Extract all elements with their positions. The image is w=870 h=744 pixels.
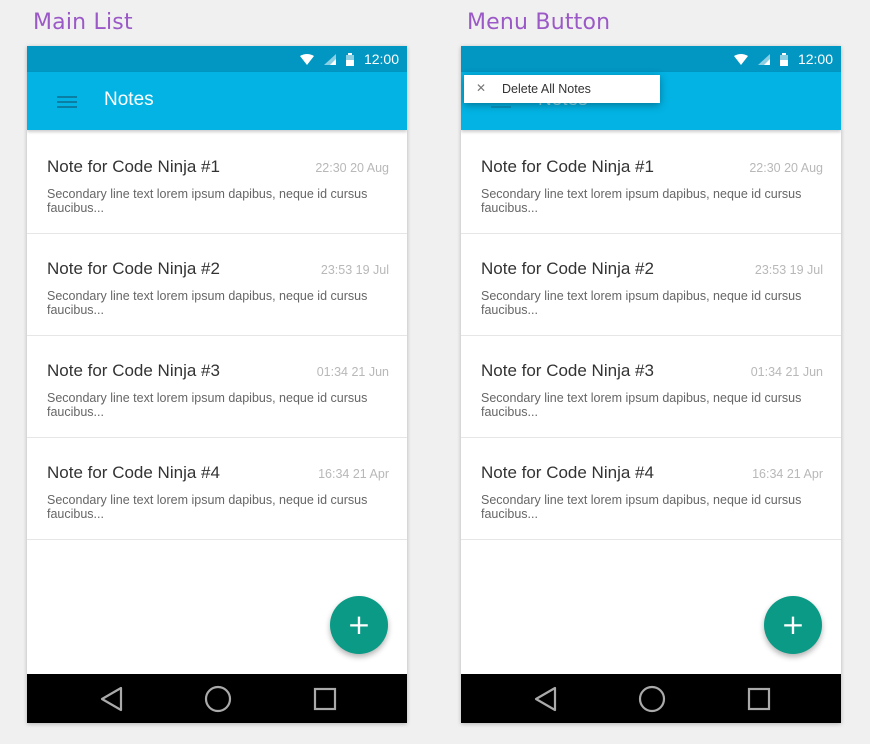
note-date: 23:53 19 Jul [754, 263, 823, 277]
recents-icon[interactable] [745, 685, 773, 713]
phone-main-list: 12:00 Notes Note for Code Ninja #1 22:30… [27, 46, 407, 723]
add-note-button[interactable]: + [330, 596, 388, 654]
panel-title-menu-button: Menu Button [467, 10, 611, 35]
system-nav-bar [27, 674, 407, 723]
note-body: Secondary line text lorem ipsum dapibus,… [47, 391, 368, 419]
status-time: 12:00 [363, 51, 399, 67]
system-nav-bar [461, 674, 841, 723]
status-bar: 12:00 [27, 46, 407, 72]
note-item[interactable]: Note for Code Ninja #2 23:53 19 Jul Seco… [27, 234, 407, 336]
note-body: Secondary line text lorem ipsum dapibus,… [47, 289, 368, 317]
back-icon[interactable] [532, 685, 560, 713]
home-icon[interactable] [204, 685, 232, 713]
hamburger-icon[interactable] [57, 96, 77, 108]
note-item[interactable]: Note for Code Ninja #1 22:30 20 Aug Seco… [27, 132, 407, 234]
note-item[interactable]: Note for Code Ninja #2 23:53 19 Jul Seco… [461, 234, 841, 336]
back-icon[interactable] [98, 685, 126, 713]
wifi-icon [299, 53, 314, 65]
note-title: Note for Code Ninja #4 [481, 463, 654, 482]
signal-icon [323, 53, 336, 65]
app-title: Notes [104, 89, 154, 110]
wifi-icon [733, 53, 748, 65]
menu-popup: ✕ Delete All Notes [464, 75, 660, 103]
close-icon[interactable]: ✕ [476, 81, 486, 95]
note-title: Note for Code Ninja #3 [481, 361, 654, 380]
add-note-button[interactable]: + [764, 596, 822, 654]
note-list: Note for Code Ninja #1 22:30 20 Aug Seco… [27, 132, 407, 540]
panel-title-main-list: Main List [33, 10, 133, 35]
recents-icon[interactable] [311, 685, 339, 713]
note-item[interactable]: Note for Code Ninja #4 16:34 21 Apr Seco… [461, 438, 841, 540]
note-item[interactable]: Note for Code Ninja #3 01:34 21 Jun Seco… [27, 336, 407, 438]
status-bar: 12:00 [461, 46, 841, 72]
note-item[interactable]: Note for Code Ninja #4 16:34 21 Apr Seco… [27, 438, 407, 540]
note-body: Secondary line text lorem ipsum dapibus,… [481, 289, 802, 317]
note-date: 01:34 21 Jun [316, 365, 389, 379]
note-date: 22:30 20 Aug [315, 161, 389, 175]
note-title: Note for Code Ninja #4 [47, 463, 220, 482]
note-date: 23:53 19 Jul [320, 263, 389, 277]
note-body: Secondary line text lorem ipsum dapibus,… [481, 187, 802, 215]
note-item[interactable]: Note for Code Ninja #3 01:34 21 Jun Seco… [461, 336, 841, 438]
note-date: 01:34 21 Jun [750, 365, 823, 379]
note-body: Secondary line text lorem ipsum dapibus,… [47, 187, 368, 215]
note-title: Note for Code Ninja #2 [47, 259, 220, 278]
note-item[interactable]: Note for Code Ninja #1 22:30 20 Aug Seco… [461, 132, 841, 234]
note-body: Secondary line text lorem ipsum dapibus,… [47, 493, 368, 521]
delete-all-notes-menu-item[interactable]: Delete All Notes [502, 82, 591, 96]
note-date: 16:34 21 Apr [752, 467, 823, 481]
status-time: 12:00 [797, 51, 833, 67]
note-body: Secondary line text lorem ipsum dapibus,… [481, 391, 802, 419]
home-icon[interactable] [638, 685, 666, 713]
app-bar: Notes [27, 72, 407, 130]
note-date: 22:30 20 Aug [749, 161, 823, 175]
note-title: Note for Code Ninja #1 [47, 157, 220, 176]
battery-icon [779, 52, 788, 66]
note-title: Note for Code Ninja #3 [47, 361, 220, 380]
note-list: Note for Code Ninja #1 22:30 20 Aug Seco… [461, 132, 841, 540]
note-title: Note for Code Ninja #2 [481, 259, 654, 278]
phone-menu-button: 12:00 Notes ✕ Delete All Notes Note for … [461, 46, 841, 723]
signal-icon [757, 53, 770, 65]
note-title: Note for Code Ninja #1 [481, 157, 654, 176]
note-date: 16:34 21 Apr [318, 467, 389, 481]
note-body: Secondary line text lorem ipsum dapibus,… [481, 493, 802, 521]
battery-icon [345, 52, 354, 66]
